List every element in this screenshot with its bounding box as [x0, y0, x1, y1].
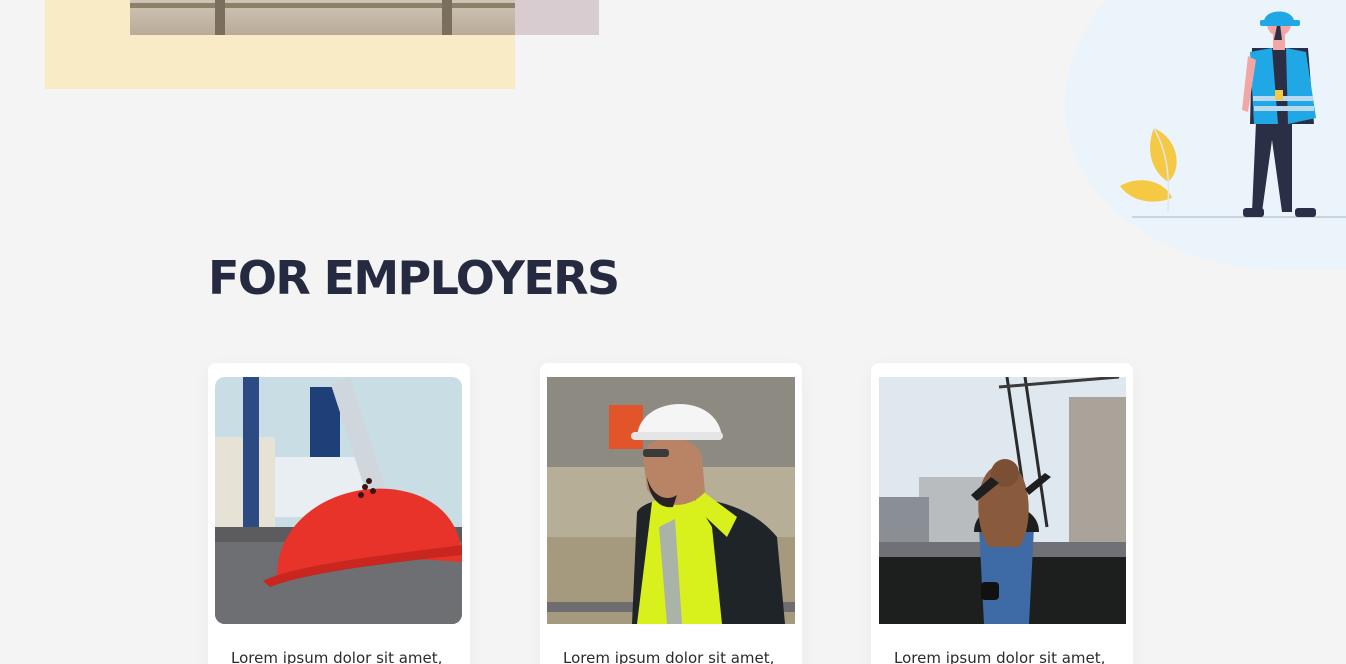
card-text: Lorem ipsum dolor sit amet,	[563, 649, 775, 664]
page: FOR EMPLOYERS Lorem ipsum dolor sit amet…	[0, 0, 1346, 664]
card-text: Lorem ipsum dolor sit amet,	[894, 649, 1106, 664]
woman-viewing-construction-crane-photo	[879, 377, 1126, 624]
red-hard-hat-photo	[215, 377, 462, 624]
section-title: FOR EMPLOYERS	[208, 251, 620, 305]
employer-card[interactable]: Lorem ipsum dolor sit amet,	[208, 363, 470, 664]
worker-in-safety-vest-photo	[547, 377, 795, 624]
card-text: Lorem ipsum dolor sit amet,	[231, 649, 443, 664]
leaf-icon	[1120, 127, 1177, 213]
employer-card[interactable]: Lorem ipsum dolor sit amet,	[540, 363, 802, 664]
construction-worker-illustration	[1120, 11, 1346, 218]
top-photo	[130, 0, 599, 35]
employer-card[interactable]: Lorem ipsum dolor sit amet,	[871, 363, 1133, 664]
